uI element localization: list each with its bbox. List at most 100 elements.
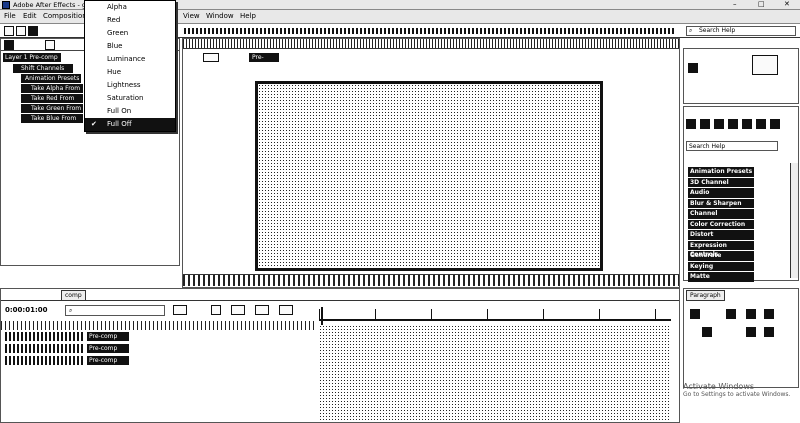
timeline-tabbar: comp xyxy=(1,289,679,301)
fx-icon-6[interactable] xyxy=(756,119,766,129)
panel-menu-icon[interactable] xyxy=(45,40,55,50)
checkmark-icon: ✔ xyxy=(91,120,97,128)
timeline-tab[interactable]: comp xyxy=(61,290,86,301)
dropdown-item-blue[interactable]: Blue xyxy=(85,40,175,53)
menu-window[interactable]: Window xyxy=(206,12,234,20)
fx-icon-2[interactable] xyxy=(700,119,710,129)
fx-matte[interactable]: Matte xyxy=(688,272,754,282)
shift-channels-effect[interactable]: Shift Channels xyxy=(13,64,73,73)
layer-name-2[interactable]: Pre-comp xyxy=(87,344,129,353)
dropdown-item-full-on[interactable]: Full On xyxy=(85,105,175,118)
layer-row-3[interactable]: Pre-comp xyxy=(1,356,317,366)
fx-icon-4[interactable] xyxy=(728,119,738,129)
time-ruler[interactable] xyxy=(319,309,671,321)
dropdown-item-alpha[interactable]: Alpha xyxy=(85,1,175,14)
draft-3d-icon[interactable] xyxy=(173,305,187,315)
selection-tool-icon[interactable] xyxy=(4,26,14,36)
comp-tabbar xyxy=(183,39,679,49)
indent-icon[interactable] xyxy=(702,327,712,337)
take-alpha-row[interactable]: Take Alpha From xyxy=(21,84,83,93)
comp-footer xyxy=(183,274,679,286)
motion-blur-icon[interactable] xyxy=(211,305,221,315)
zoom-tool-icon[interactable] xyxy=(28,26,38,36)
maximize-icon[interactable]: □ xyxy=(758,0,765,8)
channel-dropdown: Alpha Red Green Blue Luminance Hue Light… xyxy=(84,0,176,132)
dropdown-item-luminance[interactable]: Luminance xyxy=(85,53,175,66)
minimize-icon[interactable]: – xyxy=(733,0,737,8)
dropdown-item-full-off[interactable]: ✔ Full Off xyxy=(85,118,175,131)
align-left-icon[interactable] xyxy=(690,309,700,319)
fx-icon-3[interactable] xyxy=(714,119,724,129)
take-green-row[interactable]: Take Green From xyxy=(21,104,83,113)
lock-icon[interactable] xyxy=(4,40,14,50)
layer-name-3[interactable]: Pre-comp xyxy=(87,356,129,365)
dropdown-item-red[interactable]: Red xyxy=(85,14,175,27)
fx-channel[interactable]: Channel xyxy=(688,209,754,219)
dropdown-item-hue[interactable]: Hue xyxy=(85,66,175,79)
fx-icon-7[interactable] xyxy=(770,119,780,129)
watermark-title: Activate Windows xyxy=(683,382,755,391)
search-help-field[interactable]: ⌕ Search Help xyxy=(686,26,796,36)
fx-keying[interactable]: Keying xyxy=(688,261,754,271)
effects-toolbar xyxy=(686,119,796,129)
fx-icon-1[interactable] xyxy=(686,119,696,129)
dropdown-item-lightness[interactable]: Lightness xyxy=(85,79,175,92)
viewer-canvas[interactable] xyxy=(255,81,603,271)
align-right-icon[interactable] xyxy=(746,309,756,319)
info-icon xyxy=(752,55,778,75)
menu-edit[interactable]: Edit xyxy=(23,12,37,20)
color-swatch-icon xyxy=(688,63,698,73)
animation-presets-row[interactable]: Animation Presets xyxy=(21,74,81,83)
paragraph-tab[interactable]: Paragraph xyxy=(686,290,725,301)
space-before-icon[interactable] xyxy=(746,327,756,337)
menu-view[interactable]: View xyxy=(183,12,200,20)
close-icon[interactable]: ✕ xyxy=(784,0,790,8)
toolbar-strip xyxy=(184,28,674,34)
layer-switches-1 xyxy=(5,332,85,341)
effects-list: Animation Presets 3D Channel Audio Blur … xyxy=(688,167,758,283)
fx-distort[interactable]: Distort xyxy=(688,230,754,240)
layer-switches-2 xyxy=(5,344,85,353)
align-center-icon[interactable] xyxy=(726,309,736,319)
effects-search-field[interactable]: Search Help xyxy=(686,141,778,151)
activation-watermark: Activate Windows Go to Settings to activ… xyxy=(683,382,800,412)
fx-color-correction[interactable]: Color Correction xyxy=(688,219,754,229)
fx-3d-channel[interactable]: 3D Channel xyxy=(688,177,754,187)
fx-blur-sharpen[interactable]: Blur & Sharpen xyxy=(688,198,754,208)
layer-header[interactable]: Layer 1 Pre-comp xyxy=(3,53,61,62)
menu-file[interactable]: File xyxy=(4,12,16,20)
take-blue-row[interactable]: Take Blue From xyxy=(21,114,83,123)
timecode-display[interactable]: 0:00:01:00 xyxy=(5,306,48,314)
dropdown-item-green[interactable]: Green xyxy=(85,27,175,40)
menu-help[interactable]: Help xyxy=(240,12,256,20)
effects-search-text: Search Help xyxy=(689,143,726,150)
app-icon xyxy=(2,1,10,9)
take-red-row[interactable]: Take Red From xyxy=(21,94,83,103)
justify-icon[interactable] xyxy=(764,309,774,319)
fx-generate[interactable]: Generate xyxy=(688,251,754,261)
composition-panel: Pre-comp xyxy=(182,38,680,288)
fx-animation-presets[interactable]: Animation Presets xyxy=(688,167,754,177)
comp-tab[interactable]: Pre-comp xyxy=(249,53,279,70)
fx-expression-controls[interactable]: Expression Controls xyxy=(688,240,754,258)
paragraph-panel: Paragraph xyxy=(683,288,799,388)
layer-row-1[interactable]: Pre-comp xyxy=(1,332,317,342)
fx-audio[interactable]: Audio xyxy=(688,188,754,198)
menu-composition[interactable]: Composition xyxy=(43,12,87,20)
layer-track-area xyxy=(319,325,669,421)
watermark-subtitle: Go to Settings to activate Windows. xyxy=(683,391,791,398)
hand-tool-icon[interactable] xyxy=(16,26,26,36)
search-help-label: Search Help xyxy=(699,27,736,34)
space-after-icon[interactable] xyxy=(764,327,774,337)
brainstorm-icon[interactable] xyxy=(279,305,293,315)
frame-blend-icon[interactable] xyxy=(231,305,245,315)
timeline-search-field[interactable]: ⌕ xyxy=(65,305,165,316)
dropdown-item-saturation[interactable]: Saturation xyxy=(85,92,175,105)
layer-name-1[interactable]: Pre-comp xyxy=(87,332,129,341)
fx-icon-5[interactable] xyxy=(742,119,752,129)
layer-switches-3 xyxy=(5,356,85,365)
layer-row-2[interactable]: Pre-comp xyxy=(1,344,317,354)
comp-lock-icon[interactable] xyxy=(203,53,219,62)
graph-editor-icon[interactable] xyxy=(255,305,269,315)
effects-scrollbar[interactable] xyxy=(790,163,798,278)
